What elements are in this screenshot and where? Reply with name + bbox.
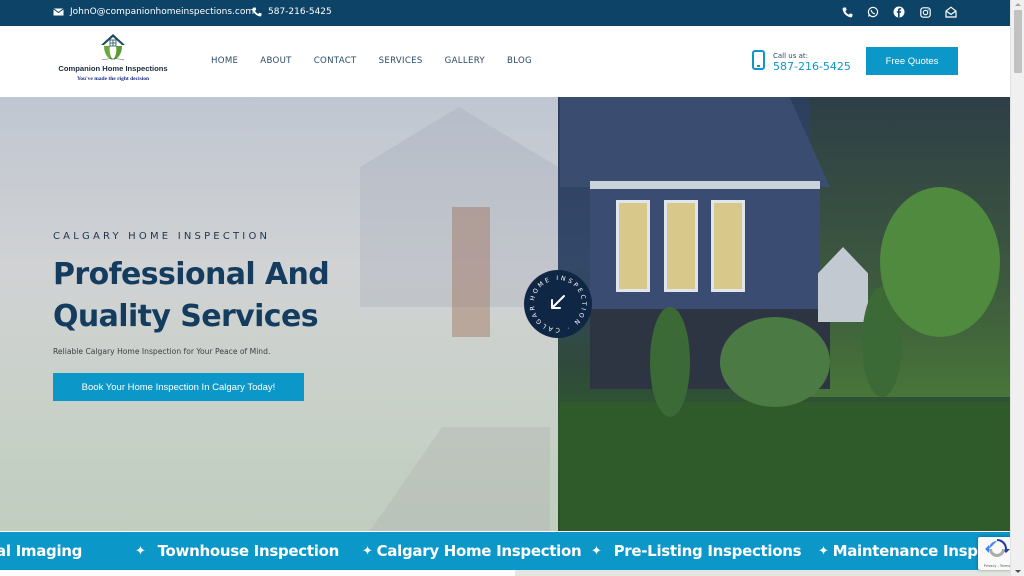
marquee-item-label: Calgary Home Inspection	[376, 542, 582, 560]
main-nav: HOME ABOUT CONTACT SERVICES GALLERY BLOG	[211, 56, 532, 66]
page: JohnO@companionhomeinspections.com 587-2…	[0, 0, 1010, 576]
hero-subtext: Reliable Calgary Home Inspection for You…	[53, 347, 271, 356]
call-us[interactable]: Call us at: 587-216-5425	[752, 50, 851, 74]
sparkle-icon: ✦	[362, 543, 373, 559]
hero-window	[711, 200, 745, 292]
headline-line-2: Quality Services	[53, 299, 319, 334]
hero-window	[664, 200, 698, 292]
hero-shrub	[650, 307, 690, 417]
marquee-item: ✦ Calgary Home Inspection	[362, 542, 582, 560]
services-marquee: al Imaging ✦ Townhouse Inspection ✦ Calg…	[0, 532, 1010, 570]
hero-window	[616, 200, 650, 292]
book-inspection-button[interactable]: Book Your Home Inspection In Calgary Tod…	[53, 373, 304, 401]
nav-home[interactable]: HOME	[211, 56, 238, 66]
email-link[interactable]: JohnO@companionhomeinspections.com	[53, 7, 254, 17]
nav-blog[interactable]: BLOG	[507, 56, 532, 66]
nav-services[interactable]: SERVICES	[379, 56, 423, 66]
hero-house-roof	[560, 97, 830, 187]
logo[interactable]: Companion Home Inspections You've made t…	[53, 32, 173, 92]
site-header: Companion Home Inspections You've made t…	[0, 26, 1010, 97]
marquee-item: ✦ Townhouse Inspection	[135, 542, 339, 560]
envelope-open-icon[interactable]	[944, 5, 958, 19]
logo-name: Companion Home Inspections	[58, 64, 168, 73]
sparkle-icon: ✦	[135, 543, 146, 559]
scroll-down-badge[interactable]: HOME INSPECTION · CALGARY ·	[524, 270, 592, 338]
email-text: JohnO@companionhomeinspections.com	[70, 7, 255, 17]
marquee-item-label: Pre-Listing Inspections	[613, 542, 802, 560]
marquee-item-label: Maintenance Inspec	[832, 542, 997, 560]
hero-lawn	[560, 402, 1010, 531]
recaptcha-terms[interactable]: Privacy - Terms	[979, 564, 1010, 568]
marquee-item: ✦ Maintenance Inspec	[818, 542, 996, 560]
sparkle-icon: ✦	[591, 543, 602, 559]
marquee-item-label: Townhouse Inspection	[157, 542, 340, 560]
hero-shrub	[720, 317, 830, 407]
marquee-item: ✦ Pre-Listing Inspections	[591, 542, 802, 560]
hero-section: CALGARY HOME INSPECTION Professional And…	[0, 97, 1010, 531]
phone-icon	[252, 7, 262, 17]
phone-text: 587-216-5425	[268, 7, 332, 17]
hero-eyebrow: CALGARY HOME INSPECTION	[53, 231, 271, 242]
marquee-item-label: al Imaging	[0, 542, 83, 560]
hero-house-trim	[590, 181, 820, 189]
facebook-icon[interactable]	[892, 5, 906, 19]
phone-icon[interactable]	[840, 5, 854, 19]
arrow-down-left-icon	[551, 295, 565, 309]
social-links	[840, 5, 958, 19]
top-contact-bar: JohnO@companionhomeinspections.com 587-2…	[0, 0, 1010, 26]
scroll-up-arrow-icon[interactable]	[1015, 3, 1021, 6]
phone-link[interactable]: 587-216-5425	[252, 7, 332, 17]
instagram-icon[interactable]	[918, 5, 932, 19]
hero-tree	[880, 187, 1000, 337]
badge-circular-text: HOME INSPECTION · CALGARY ·	[524, 270, 587, 333]
headline-line-1: Professional And	[53, 257, 330, 292]
nav-about[interactable]: ABOUT	[260, 56, 291, 66]
call-us-number: 587-216-5425	[773, 59, 851, 73]
next-section-edge	[0, 570, 1010, 576]
recaptcha-badge[interactable]: Privacy - Terms	[978, 537, 1010, 570]
nav-gallery[interactable]: GALLERY	[445, 56, 485, 66]
hero-headline: Professional And Quality Services	[53, 254, 373, 338]
recaptcha-logo-icon	[985, 539, 1010, 557]
scroll-down-arrow-icon[interactable]	[1015, 570, 1021, 573]
mobile-phone-icon	[752, 50, 765, 74]
page-scrollbar[interactable]	[1010, 0, 1024, 576]
free-quotes-button[interactable]: Free Quotes	[866, 47, 958, 75]
scrollbar-thumb[interactable]	[1014, 10, 1022, 73]
next-section-image-edge	[515, 570, 1010, 576]
envelope-icon	[53, 8, 64, 16]
hero-faded-door	[452, 207, 490, 337]
logo-tagline: You've made the right decision	[76, 76, 150, 82]
whatsapp-icon[interactable]	[866, 5, 880, 19]
house-leaf-logo-icon	[101, 34, 125, 61]
sparkle-icon: ✦	[818, 543, 829, 559]
nav-contact[interactable]: CONTACT	[314, 56, 357, 66]
marquee-item: al Imaging	[0, 542, 82, 560]
